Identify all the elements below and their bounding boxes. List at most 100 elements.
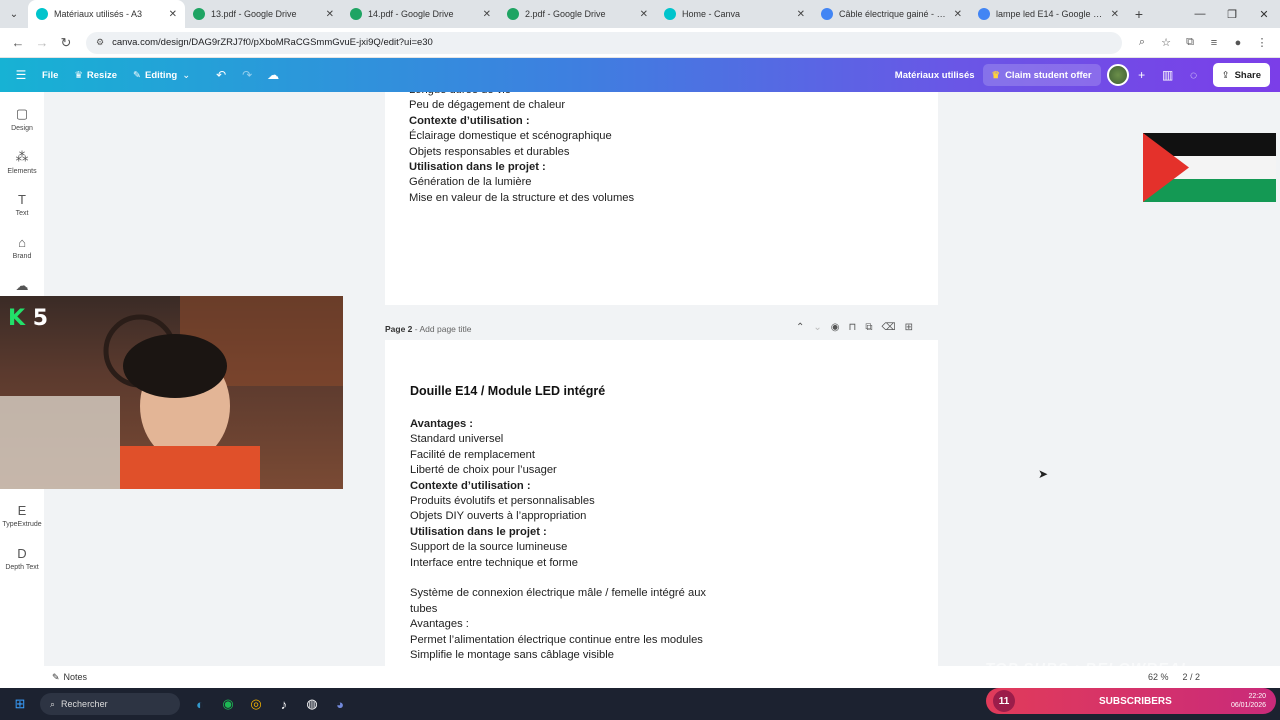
back-icon[interactable]: ←	[6, 31, 30, 55]
obs-icon[interactable]: ◍	[298, 688, 326, 720]
doc-text-line[interactable]: Liberté de choix pour l’usager	[410, 464, 557, 476]
browser-tab[interactable]: Home - Canva ✕	[656, 0, 813, 28]
doc-heading-line[interactable]: Contexte d’utilisation :	[409, 115, 530, 127]
edge-icon[interactable]: ◐	[186, 688, 214, 720]
doc-text-line[interactable]: Support de la source lumineuse	[410, 541, 567, 553]
doc-text-line[interactable]: Éclairage domestique et scénographique	[409, 130, 612, 142]
discord-icon[interactable]: ◕	[326, 688, 354, 720]
close-tab-icon[interactable]: ✕	[1111, 9, 1119, 20]
zoom-icon[interactable]: ⌕	[1130, 31, 1154, 55]
windows-start-icon[interactable]: ⊞	[6, 688, 34, 720]
doc-text-line[interactable]: Facilité de remplacement	[410, 449, 535, 461]
doc-heading-line[interactable]: Contexte d’utilisation :	[410, 480, 531, 492]
tab-search-icon[interactable]: ⌄	[0, 0, 28, 28]
browser-tab[interactable]: 14.pdf - Google Drive ✕	[342, 0, 499, 28]
browser-tab[interactable]: lampe led E14 - Google Search ✕	[970, 0, 1127, 28]
doc-text-line[interactable]: Objets DIY ouverts à l’appropriation	[410, 510, 586, 522]
close-tab-icon[interactable]: ✕	[326, 9, 334, 20]
move-down-icon[interactable]: ⌄	[813, 322, 821, 333]
doc-text-line[interactable]: Avantages :	[410, 618, 469, 630]
undo-icon[interactable]: ↶	[208, 58, 234, 92]
close-tab-icon[interactable]: ✕	[169, 9, 177, 20]
doc-text-line[interactable]: Génération de la lumière	[409, 176, 532, 188]
lock-icon[interactable]: ⊓	[849, 322, 857, 333]
comment-icon[interactable]: ◌	[1181, 58, 1207, 92]
close-window-icon[interactable]: ✕	[1248, 0, 1280, 28]
restore-icon[interactable]: ❐	[1216, 0, 1248, 28]
cloud-save-icon[interactable]: ☁	[260, 58, 286, 92]
resize-button[interactable]: ♛ Resize	[66, 58, 125, 92]
profile-icon[interactable]: ●	[1226, 31, 1250, 55]
reload-icon[interactable]: ↻	[54, 31, 78, 55]
close-tab-icon[interactable]: ✕	[483, 9, 491, 20]
browser-tab[interactable]: Matériaux utilisés - A3 ✕	[28, 0, 185, 28]
forward-icon[interactable]: →	[30, 31, 54, 55]
design-title[interactable]: Matériaux utilisés	[887, 58, 983, 92]
minimize-icon[interactable]: —	[1184, 0, 1216, 28]
doc-text-line[interactable]: Interface entre technique et forme	[410, 557, 578, 569]
doc-text-line[interactable]: Mise en valeur de la structure et des vo…	[409, 192, 634, 204]
doc-text-line[interactable]: tubes	[410, 603, 437, 615]
doc-heading-line[interactable]: Utilisation dans le projet :	[410, 526, 547, 538]
browser-menu-icon[interactable]: ⋮	[1250, 31, 1274, 55]
page-2-header[interactable]: Page 2 - Add page title	[385, 324, 471, 334]
doc-text-line[interactable]: Simplifie le montage sans câblage visibl…	[410, 649, 614, 661]
close-tab-icon[interactable]: ✕	[797, 9, 805, 20]
claim-student-offer-button[interactable]: ♛ Claim student offer	[982, 64, 1101, 86]
add-collaborator-icon[interactable]: +	[1129, 58, 1155, 92]
doc-text-line[interactable]: Produits évolutifs et personnalisables	[410, 495, 595, 507]
move-up-icon[interactable]: ⌃	[796, 322, 804, 333]
delete-page-icon[interactable]: ⌫	[881, 322, 895, 333]
browser-tab[interactable]: Câble électrique gainé - Googl ✕	[813, 0, 970, 28]
duplicate-page-icon[interactable]: ⧉	[865, 322, 872, 333]
doc-text-line[interactable]: Permet l’alimentation électrique continu…	[410, 634, 703, 646]
clock-date[interactable]: 06/01/2026	[1231, 702, 1266, 709]
doc-text-line[interactable]: Système de connexion électrique mâle / f…	[410, 587, 706, 599]
editing-mode-button[interactable]: ✎ Editing ⌄	[125, 58, 198, 92]
browser-tab[interactable]: 13.pdf - Google Drive ✕	[185, 0, 342, 28]
doc-text-line[interactable]: Peu de dégagement de chaleur	[409, 99, 565, 111]
hamburger-menu-icon[interactable]: ☰	[8, 58, 34, 92]
page-2[interactable]: Douille E14 / Module LED intégré Avantag…	[385, 340, 938, 666]
insights-icon[interactable]: ▥	[1155, 58, 1181, 92]
taskbar-search[interactable]: ⌕ Rechercher	[40, 693, 180, 715]
reading-list-icon[interactable]: ≡	[1202, 31, 1226, 55]
extensions-icon[interactable]: ⧉	[1178, 31, 1202, 55]
spotify-icon[interactable]: ◉	[214, 688, 242, 720]
tiktok-icon[interactable]: ♪	[270, 688, 298, 720]
doc-text-line[interactable]: Longue durée de vie	[409, 92, 511, 96]
chrome-icon[interactable]: ◎	[242, 688, 270, 720]
doc-heading-line[interactable]: Utilisation dans le projet :	[409, 161, 546, 173]
site-info-icon[interactable]: ⚙	[96, 37, 104, 48]
rail-elements[interactable]: ⁂ Elements	[0, 149, 44, 175]
hide-page-icon[interactable]: ◉	[831, 322, 840, 333]
new-tab-button[interactable]: +	[1127, 0, 1151, 28]
rail-uploads[interactable]: ☁	[0, 278, 44, 297]
rail-typeextrude[interactable]: E TypeExtrude	[0, 503, 44, 528]
browser-tab[interactable]: 2.pdf - Google Drive ✕	[499, 0, 656, 28]
rail-text[interactable]: T Text	[0, 192, 44, 217]
page-2-title[interactable]: Douille E14 / Module LED intégré	[410, 384, 605, 398]
close-tab-icon[interactable]: ✕	[954, 9, 962, 20]
zoom-percent[interactable]: 62 %	[1148, 672, 1169, 682]
rail-depth-text[interactable]: D Depth Text	[0, 546, 44, 571]
doc-text-line[interactable]: Standard universel	[410, 433, 503, 445]
doc-heading-line[interactable]: Avantages :	[410, 418, 473, 430]
page-1[interactable]: Longue durée de vie Peu de dégagement de …	[385, 92, 938, 305]
add-page-icon[interactable]: ⊞	[905, 322, 913, 333]
add-page-title-field[interactable]: Add page title	[420, 324, 472, 334]
redo-icon[interactable]: ↷	[234, 58, 260, 92]
file-menu-button[interactable]: File	[34, 58, 66, 92]
doc-text-line[interactable]: Objets responsables et durables	[409, 146, 569, 158]
share-button[interactable]: ⇪ Share	[1212, 63, 1270, 87]
drive-icon	[350, 8, 362, 20]
rail-brand[interactable]: ⌂ Brand	[0, 235, 44, 260]
rail-design[interactable]: ▢ Design	[0, 106, 44, 132]
clock-time[interactable]: 22:20	[1248, 693, 1266, 700]
close-tab-icon[interactable]: ✕	[640, 9, 648, 20]
bookmark-star-icon[interactable]: ☆	[1154, 31, 1178, 55]
url-field[interactable]: ⚙ canva.com/design/DAG9rZRJ7f0/pXboMRaCG…	[86, 31, 1122, 54]
avatar[interactable]	[1106, 64, 1129, 86]
page-count[interactable]: 2 / 2	[1182, 672, 1200, 682]
notes-button[interactable]: ✎ Notes	[52, 672, 87, 683]
